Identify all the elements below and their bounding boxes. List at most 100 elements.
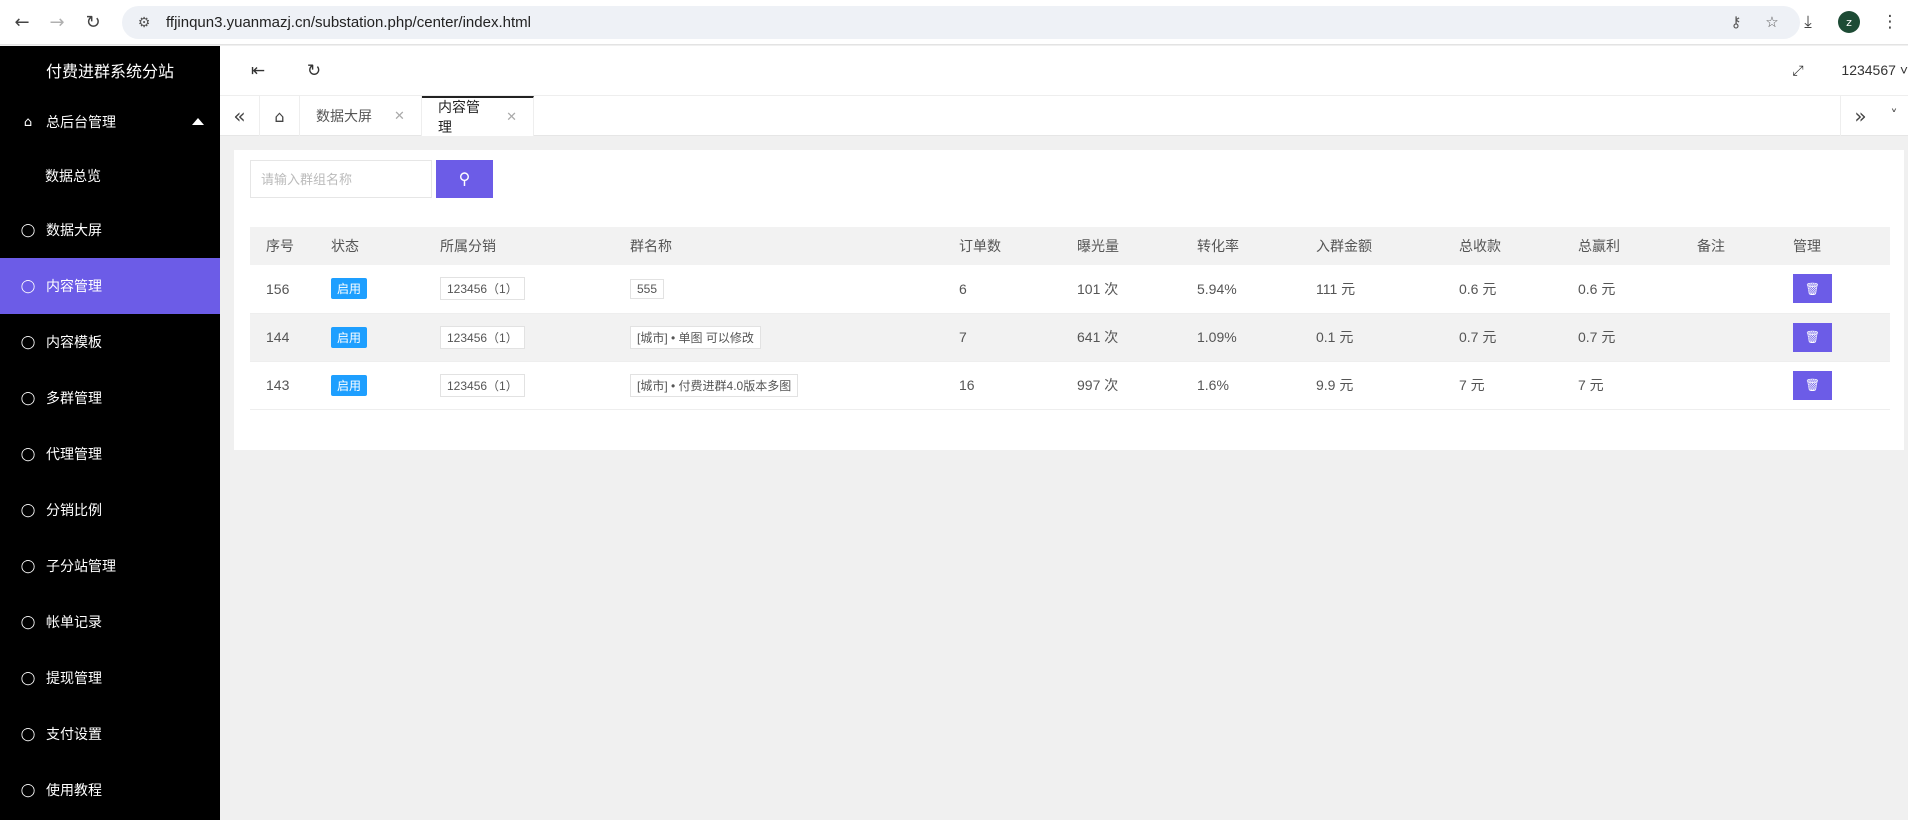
cell-views: 641 次 [1077,329,1119,345]
refresh-icon[interactable]: ↻ [303,60,325,82]
reload-icon[interactable]: ↻ [79,8,107,36]
trash-icon: 🗑 [1804,281,1821,296]
menu-collapse-icon[interactable]: ⇤ [247,60,269,82]
sidebar-item-label: 总后台管理 [46,115,116,131]
shield-icon: ◯ [20,614,36,630]
header: ⇤ ↻ ⤢ 1234567 ˅ [220,46,1908,96]
sidebar-item-data-screen[interactable]: ◯ 数据大屏 [0,202,220,258]
shield-icon: ◯ [20,334,36,350]
tab-menu-chevron-icon[interactable]: ˅ [1880,96,1908,136]
col-orders: 订单数 [959,238,1001,254]
col-group-name: 群名称 [630,238,672,254]
cell-conversion: 5.94% [1197,280,1237,297]
star-icon[interactable]: ☆ [1762,12,1782,32]
back-icon[interactable]: ← [8,8,36,36]
tab-content[interactable]: 内容管理 ✕ [422,96,534,136]
col-entry-fee: 入群金额 [1316,238,1372,254]
col-total-profit: 总赢利 [1578,238,1620,254]
cell-id: 143 [266,377,290,393]
cell-total-received: 0.6 元 [1459,280,1497,297]
sidebar-item-bills[interactable]: ◯ 帐单记录 [0,594,220,650]
content-table: 序号 状态 所属分销 群名称 订单数 曝光量 转化率 入群金额 总收款 总赢利 … [250,227,1890,410]
close-icon[interactable]: ✕ [394,109,405,124]
sidebar-item-withdraw[interactable]: ◯ 提现管理 [0,650,220,706]
browser-toolbar: ← → ↻ ⚙ ffjinqun3.yuanmazj.cn/substation… [0,0,1908,45]
status-badge[interactable]: 启用 [331,326,368,348]
shield-icon: ◯ [20,670,36,686]
url-text[interactable]: ffjinqun3.yuanmazj.cn/substation.php/cen… [166,14,531,31]
status-badge[interactable]: 启用 [331,278,368,300]
sidebar-item-label: 多群管理 [46,391,102,407]
cell-total-received: 0.7 元 [1459,329,1497,345]
download-icon[interactable]: ⤓ [1794,8,1822,36]
delete-button[interactable]: 🗑 [1793,274,1832,304]
forward-icon[interactable]: → [43,8,71,36]
search-input[interactable] [250,160,432,198]
delete-button[interactable]: 🗑 [1793,370,1832,400]
table-row: 156 启用 123456（1） 555 6 101 次 5.94% 111 元… [250,265,1890,313]
search-icon: ⚲ [458,171,471,188]
sidebar-item-template[interactable]: ◯ 内容模板 [0,314,220,370]
cell-conversion: 1.6% [1197,377,1229,393]
cell-entry-fee: 0.1 元 [1316,329,1354,345]
sidebar-item-data-overview[interactable]: 数据总览 [0,150,220,202]
more-icon[interactable]: ⋮ [1876,8,1904,36]
user-menu[interactable]: 1234567 ˅ [1841,62,1908,78]
sidebar-item-payment[interactable]: ◯ 支付设置 [0,706,220,762]
content-card: ⚲ 序号 状态 所属分销 群名称 订单数 曝光量 转化率 入群金额 总收款 总赢… [234,150,1904,450]
sidebar: 付费进群系统分站 ⌂ 总后台管理 数据总览 ◯ 数据大屏 ◯ 内容管理 ◯ 内容… [0,46,220,820]
search-button[interactable]: ⚲ [436,160,493,198]
shield-icon: ◯ [20,222,36,238]
address-bar[interactable]: ⚙ ffjinqun3.yuanmazj.cn/substation.php/c… [122,6,1800,39]
cell-orders: 16 [959,377,975,393]
cell-id: 156 [266,280,290,297]
sidebar-item-content[interactable]: ◯ 内容管理 [0,258,220,314]
username: 1234567 [1841,62,1896,78]
distributor-tag: 123456（1） [440,325,525,349]
cell-views: 997 次 [1077,377,1119,393]
sidebar-item-label: 支付设置 [46,727,102,743]
group-name-tag: 555 [630,278,665,299]
trash-icon: 🗑 [1804,330,1821,344]
sidebar-item-label: 代理管理 [46,447,102,463]
sidebar-item-label: 内容模板 [46,335,102,351]
cell-entry-fee: 9.9 元 [1316,377,1354,393]
tab-scroll-left-icon[interactable]: « [220,96,260,136]
sidebar-item-ratio[interactable]: ◯ 分销比例 [0,482,220,538]
tab-label: 数据大屏 [316,109,372,125]
tab-data-screen[interactable]: 数据大屏 ✕ [300,96,422,136]
shield-icon: ◯ [20,390,36,406]
sidebar-item-agent[interactable]: ◯ 代理管理 [0,426,220,482]
delete-button[interactable]: 🗑 [1793,322,1832,352]
group-name-tag: [城市] • 付费进群4.0版本多图 [630,373,799,397]
close-icon[interactable]: ✕ [506,110,517,125]
sidebar-item-label: 内容管理 [46,279,102,295]
col-status: 状态 [331,238,359,254]
key-icon[interactable]: ⚷ [1726,12,1746,32]
sidebar-item-label: 帐单记录 [46,615,102,631]
sidebar-item-label: 数据总览 [45,169,101,185]
fullscreen-icon[interactable]: ⤢ [1787,60,1809,82]
table-header-row: 序号 状态 所属分销 群名称 订单数 曝光量 转化率 入群金额 总收款 总赢利 … [250,227,1890,265]
sidebar-item-label: 子分站管理 [46,559,116,575]
col-remark: 备注 [1697,238,1725,254]
distributor-tag: 123456（1） [440,277,525,301]
shield-icon: ◯ [20,502,36,518]
sidebar-item-substation[interactable]: ◯ 子分站管理 [0,538,220,594]
avatar[interactable]: z [1838,11,1860,33]
brand-title: 付费进群系统分站 [45,62,174,81]
sidebar-item-admin[interactable]: ⌂ 总后台管理 [0,94,220,150]
home-tab-icon[interactable]: ⌂ [260,96,300,136]
cell-remark [1681,313,1777,361]
sidebar-item-multi-group[interactable]: ◯ 多群管理 [0,370,220,426]
sidebar-item-label: 分销比例 [46,503,102,519]
shield-icon: ◯ [20,726,36,742]
cell-orders: 7 [959,329,967,345]
sidebar-item-tutorial[interactable]: ◯ 使用教程 [0,762,220,818]
cell-remark [1681,265,1777,313]
tab-scroll-right-icon[interactable]: » [1840,96,1880,136]
cell-orders: 6 [959,280,967,297]
site-settings-icon[interactable]: ⚙ [134,13,154,33]
col-distributor: 所属分销 [440,238,496,254]
status-badge[interactable]: 启用 [331,374,368,396]
